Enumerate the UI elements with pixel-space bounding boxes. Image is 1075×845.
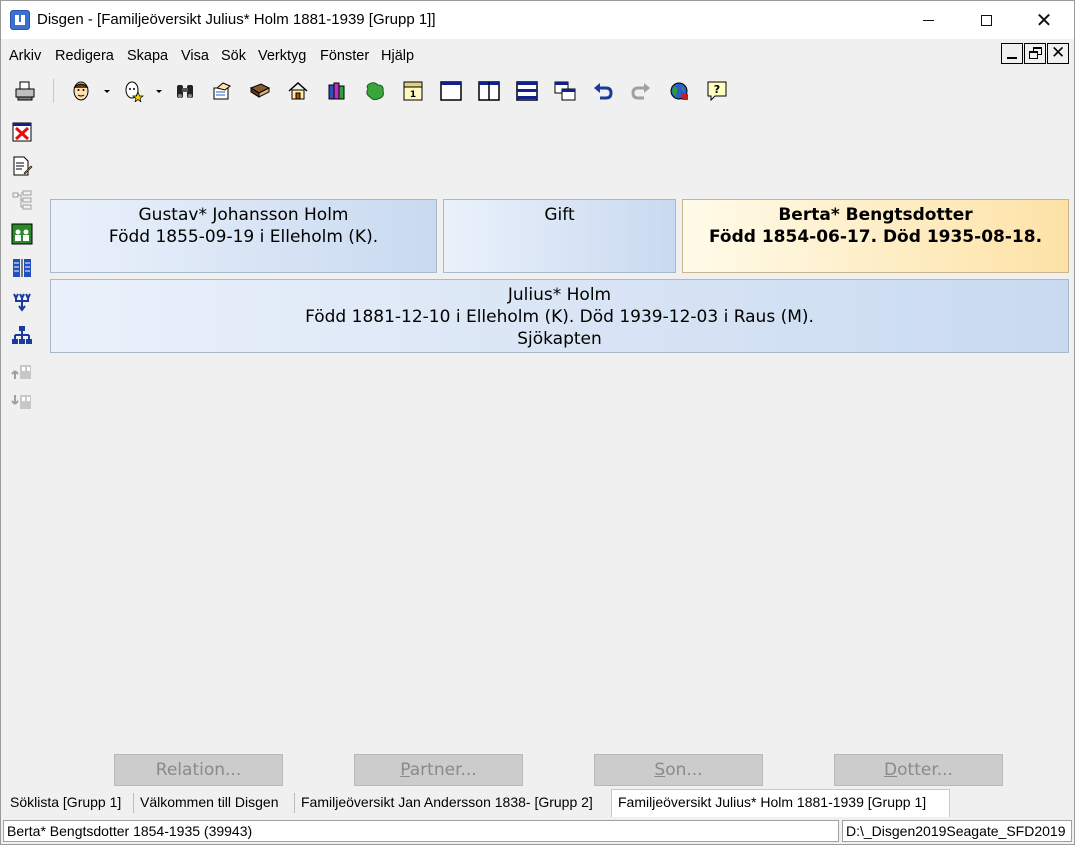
toolbar-separator	[53, 79, 54, 103]
columns-icon[interactable]	[11, 257, 33, 279]
relation-card[interactable]: Gift	[443, 199, 676, 273]
maximize-button[interactable]	[957, 1, 1015, 39]
redo-icon[interactable]	[630, 80, 652, 102]
minimize-icon	[922, 19, 934, 21]
dotter-button[interactable]: Dotter...	[834, 754, 1003, 786]
person-face-icon[interactable]	[70, 80, 92, 102]
person-name: Julius* Holm	[507, 285, 612, 305]
person-info: Född 1881-12-10 i Elleholm (K). Död 1939…	[305, 307, 814, 327]
svg-text:?: ?	[714, 83, 720, 96]
window-title: Disgen - [Familjeöversikt Julius* Holm 1…	[37, 11, 436, 28]
tab-divider	[133, 793, 134, 813]
relation-button[interactable]: Relation...	[114, 754, 283, 786]
books-icon[interactable]	[326, 80, 348, 102]
status-database-path: D:\_Disgen2019Seagate_SFD2019	[842, 820, 1072, 842]
descendants-icon[interactable]	[11, 291, 33, 313]
father-info: Född 1855-09-19 i Elleholm (K).	[108, 227, 379, 247]
tab-familjeoversikt-julius[interactable]: Familjeöversikt Julius* Holm 1881-1939 […	[611, 789, 950, 817]
two-columns-icon[interactable]	[478, 80, 500, 102]
window-tabs: Söklista [Grupp 1] Välkommen till Disgen…	[1, 789, 1074, 817]
mother-info: Född 1854-06-17. Död 1935-08-18.	[708, 227, 1043, 247]
partner-button[interactable]: Partner...	[354, 754, 523, 786]
person-star-icon[interactable]	[122, 80, 144, 102]
undo-icon[interactable]	[592, 80, 614, 102]
hand-note-icon[interactable]	[211, 80, 233, 102]
menu-visa[interactable]: Visa	[181, 48, 209, 64]
disgen-app-icon[interactable]	[10, 10, 30, 30]
menu-verktyg[interactable]: Verktyg	[258, 48, 306, 64]
ancestor-up-icon	[11, 365, 31, 379]
close-button[interactable]: ✕	[1015, 1, 1073, 39]
chevron-down-icon[interactable]	[156, 90, 162, 93]
home-icon[interactable]	[287, 80, 309, 102]
main-window: Disgen - [Familjeöversikt Julius* Holm 1…	[0, 0, 1075, 845]
maximize-icon	[980, 14, 992, 26]
map-icon[interactable]	[364, 80, 386, 102]
tree-outline-icon	[12, 190, 32, 210]
menu-skapa[interactable]: Skapa	[127, 48, 168, 64]
status-bar: Berta* Bengtsdotter 1854-1935 (39943) D:…	[1, 818, 1074, 844]
mother-name: Berta* Bengtsdotter	[778, 205, 973, 225]
menu-hjalp[interactable]: Hjälp	[381, 48, 414, 64]
menu-sok[interactable]: Sök	[221, 48, 246, 64]
minimize-button[interactable]	[899, 1, 957, 39]
mdi-restore-button[interactable]	[1024, 43, 1046, 64]
cascade-windows-icon[interactable]	[554, 80, 576, 102]
mdi-close-button[interactable]: ✕	[1047, 43, 1069, 64]
mother-card[interactable]: Berta* Bengtsdotter Född 1854-06-17. Död…	[682, 199, 1069, 273]
descendant-down-icon	[11, 395, 31, 409]
status-selected-person: Berta* Bengtsdotter 1854-1935 (39943)	[3, 820, 839, 842]
menu-bar: Arkiv Redigera Skapa Visa Sök Verktyg Fö…	[1, 41, 1074, 71]
print-icon[interactable]	[14, 80, 36, 102]
window-icon[interactable]	[440, 80, 462, 102]
menu-arkiv[interactable]: Arkiv	[9, 48, 41, 64]
person-card[interactable]: Julius* Holm Född 1881-12-10 i Elleholm …	[50, 279, 1069, 353]
mdi-minimize-button[interactable]	[1001, 43, 1023, 64]
son-button[interactable]: Son...	[594, 754, 763, 786]
help-icon[interactable]: ?	[706, 80, 728, 102]
relation-label: Gift	[544, 205, 575, 225]
three-rows-icon[interactable]	[516, 80, 538, 102]
tab-familjeoversikt-jan[interactable]: Familjeöversikt Jan Andersson 1838- [Gru…	[301, 790, 593, 816]
tab-soklista[interactable]: Söklista [Grupp 1]	[10, 790, 121, 816]
svg-text:1: 1	[410, 90, 416, 100]
book-icon[interactable]	[249, 80, 271, 102]
close-icon: ✕	[1035, 8, 1053, 32]
family-group-icon[interactable]	[11, 223, 33, 245]
toolbar: 1 ?	[1, 73, 1074, 109]
calendar-icon[interactable]: 1	[402, 80, 424, 102]
father-card[interactable]: Gustav* Johansson Holm Född 1855-09-19 i…	[50, 199, 437, 273]
tab-valkommen[interactable]: Välkommen till Disgen	[140, 790, 279, 816]
org-chart-icon[interactable]	[11, 325, 33, 347]
title-bar: Disgen - [Familjeöversikt Julius* Holm 1…	[1, 1, 1074, 39]
document-edit-icon[interactable]	[11, 155, 33, 177]
person-occupation: Sjökapten	[517, 329, 602, 349]
binoculars-icon[interactable]	[174, 80, 196, 102]
delete-icon[interactable]	[11, 121, 33, 143]
mdi-controls: ✕	[1001, 43, 1069, 64]
chevron-down-icon[interactable]	[104, 90, 110, 93]
menu-fonster[interactable]: Fönster	[320, 48, 369, 64]
menu-redigera[interactable]: Redigera	[55, 48, 114, 64]
tab-divider	[294, 793, 295, 813]
globe-icon[interactable]	[668, 80, 690, 102]
father-name: Gustav* Johansson Holm	[138, 205, 349, 225]
